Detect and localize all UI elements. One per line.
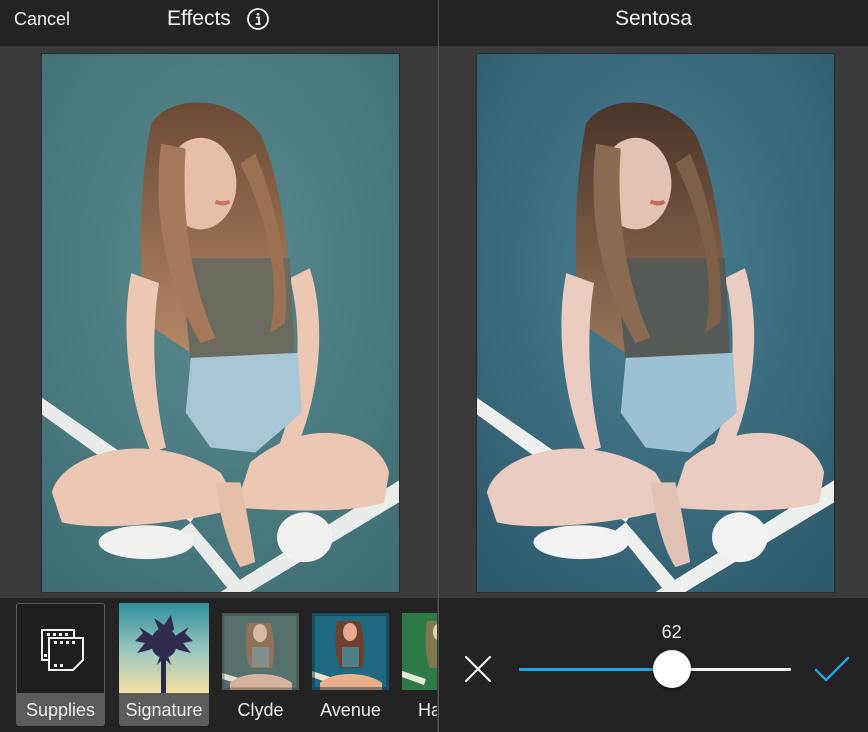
- photo-preview-original: [41, 53, 400, 593]
- photo-preview-filtered: [476, 53, 835, 593]
- portrait-thumbnail-image: [402, 613, 438, 690]
- effect-label: Clyde: [237, 700, 284, 720]
- effects-header: Cancel Effects: [0, 0, 438, 46]
- photo-image: [477, 54, 834, 592]
- effect-label: Supplies: [25, 700, 96, 720]
- filter-title: Sentosa: [614, 7, 693, 30]
- checkmark-icon[interactable]: [813, 654, 851, 684]
- clyde-thumbnail: [222, 613, 299, 690]
- effect-ha-truncated[interactable]: Ha: [402, 603, 438, 726]
- effect-clyde[interactable]: Clyde: [222, 603, 310, 726]
- screen-title: Effects: [167, 7, 231, 30]
- filter-header: Sentosa: [439, 0, 868, 46]
- film-frames-icon: [41, 629, 84, 671]
- close-x-icon[interactable]: [463, 654, 493, 684]
- effect-label: Avenue: [320, 700, 381, 720]
- effect-avenue[interactable]: Avenue: [312, 603, 400, 726]
- effect-label: Signature: [125, 700, 203, 720]
- info-circle-icon[interactable]: [246, 7, 270, 31]
- avenue-thumbnail: [312, 613, 389, 690]
- effects-strip[interactable]: Supplies Signature Clyde Avenue Ha: [0, 598, 438, 732]
- palm-tree-image: [119, 603, 209, 693]
- cancel-button[interactable]: Cancel: [14, 8, 70, 30]
- effect-signature[interactable]: Signature: [119, 603, 209, 726]
- ha-thumbnail: [402, 613, 438, 690]
- portrait-thumbnail-image: [312, 613, 389, 690]
- portrait-thumbnail-image: [222, 613, 299, 690]
- intensity-slider-thumb[interactable]: [652, 650, 691, 688]
- slider-value: 62: [661, 622, 682, 642]
- signature-thumbnail: [119, 603, 209, 693]
- effect-label: Ha: [418, 700, 438, 720]
- supplies-thumbnail: [16, 603, 105, 693]
- photo-image: [42, 54, 399, 592]
- intensity-controls: 62: [439, 598, 868, 732]
- effects-screen: Cancel Effects Supplies Signature Clyde …: [0, 0, 439, 732]
- effect-supplies[interactable]: Supplies: [16, 603, 105, 726]
- filter-adjust-screen: Sentosa 62: [439, 0, 868, 732]
- intensity-slider-fill: [519, 668, 672, 671]
